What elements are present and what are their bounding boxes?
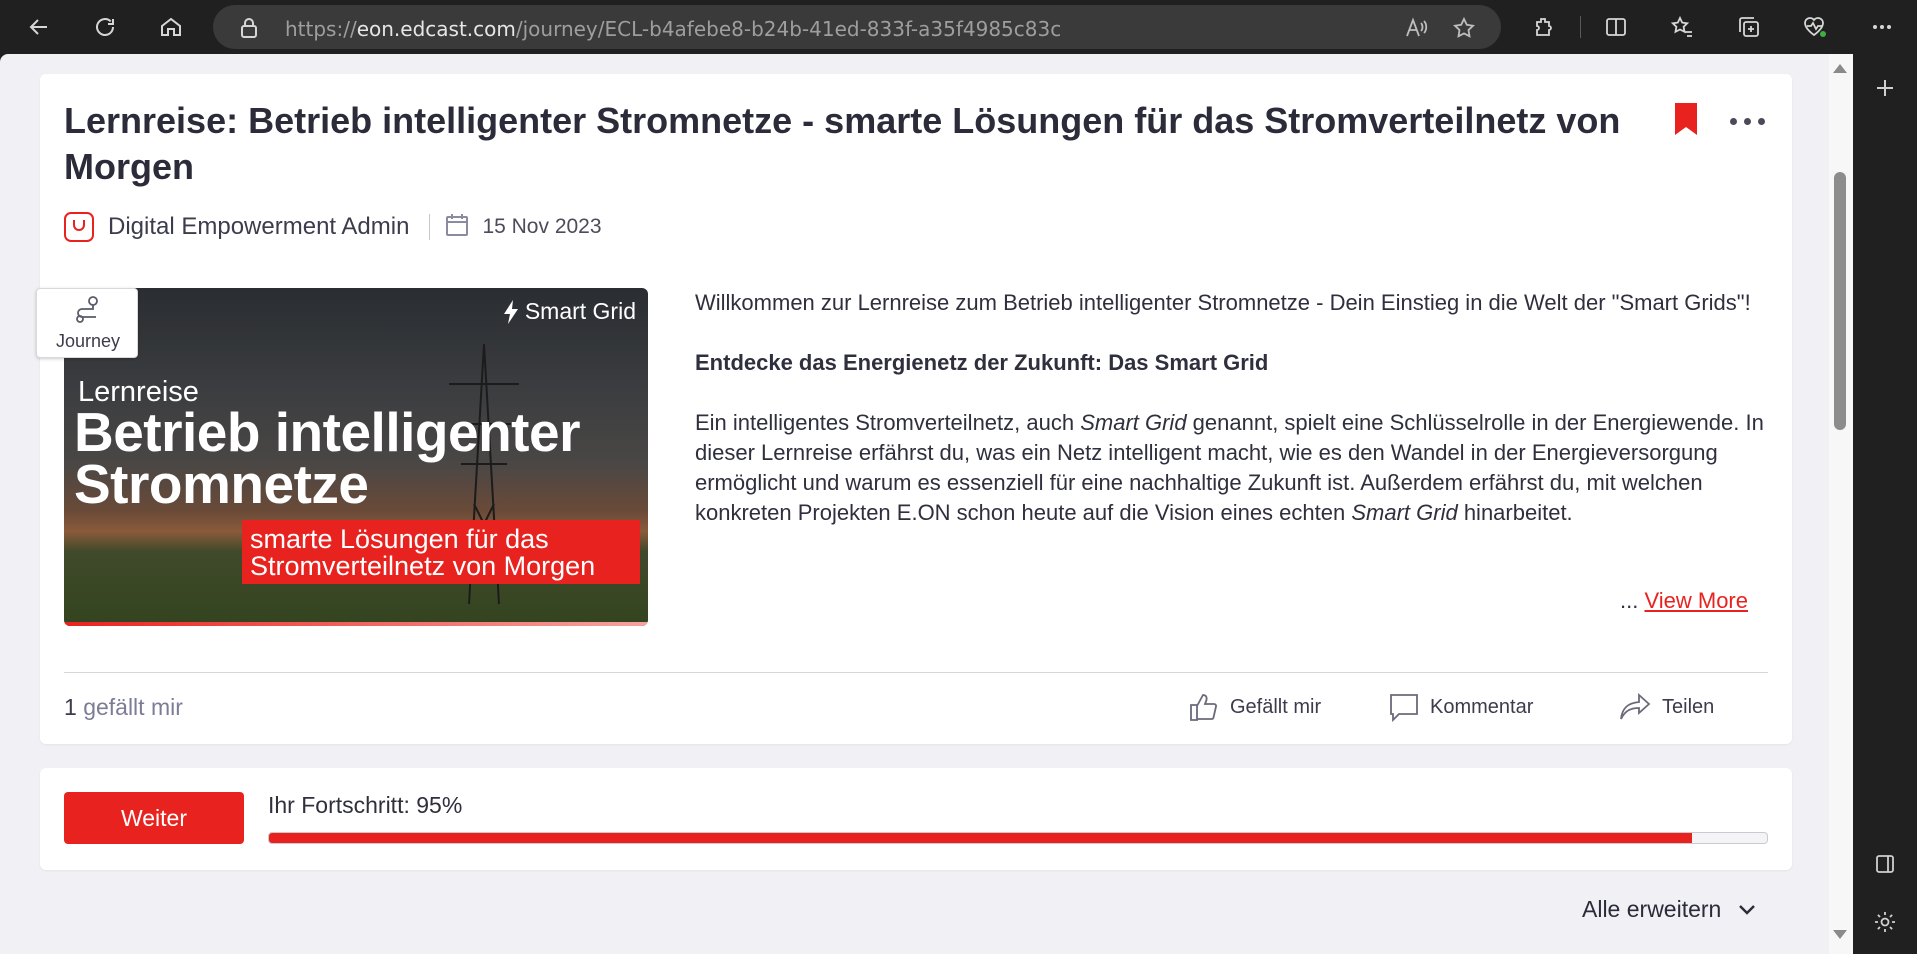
- calendar-icon: [444, 212, 470, 242]
- share-button[interactable]: Teilen: [1618, 688, 1714, 726]
- journey-badge-label: Journey: [55, 331, 121, 351]
- author-avatar-icon: [64, 212, 94, 242]
- sidebar-settings-gear-icon[interactable]: [1865, 902, 1905, 942]
- hero-red-banner: smarte Lösungen für das Stromverteilnetz…: [242, 520, 640, 584]
- home-icon[interactable]: [151, 7, 191, 47]
- hero-headline: Betrieb intelligenter Stromnetze: [74, 401, 644, 515]
- like-count[interactable]: 1 gefällt mir: [64, 694, 183, 721]
- publish-date: 15 Nov 2023: [482, 215, 602, 238]
- more-options-icon[interactable]: [1730, 118, 1765, 125]
- description-intro: Willkommen zur Lernreise zum Betrieb int…: [695, 290, 1751, 315]
- split-screen-icon[interactable]: [1597, 8, 1635, 46]
- progress-bar: [268, 832, 1768, 844]
- progress-bar-fill: [269, 833, 1693, 843]
- view-more-link[interactable]: View More: [1644, 588, 1748, 613]
- hide-sidebar-icon[interactable]: [1865, 844, 1905, 884]
- hero-accent-bar: [64, 622, 648, 626]
- extensions-icon[interactable]: [1525, 8, 1563, 46]
- page-viewport: Lernreise: Betrieb intelligenter Stromne…: [0, 54, 1853, 954]
- chevron-down-icon: [1739, 904, 1756, 915]
- favorites-icon[interactable]: [1663, 8, 1701, 46]
- favorite-star-icon[interactable]: [1449, 13, 1479, 43]
- scroll-up-arrow-icon[interactable]: [1833, 64, 1847, 73]
- author-row: Digital Empowerment Admin 15 Nov 2023: [64, 210, 602, 244]
- scroll-down-arrow-icon[interactable]: [1833, 930, 1847, 939]
- continue-button[interactable]: Weiter: [64, 792, 244, 844]
- progress-card: Weiter Ihr Fortschritt: 95%: [40, 768, 1792, 870]
- comment-button[interactable]: Kommentar: [1388, 688, 1533, 726]
- like-button-label: Gefällt mir: [1230, 695, 1322, 718]
- description-body: Ein intelligentes Stromverteilnetz, auch…: [695, 410, 1764, 525]
- read-aloud-icon[interactable]: [1401, 13, 1431, 43]
- comment-icon: [1390, 694, 1418, 723]
- browser-essentials-icon[interactable]: [1796, 8, 1834, 46]
- hero-headline-line-1: Betrieb intelligenter: [74, 401, 580, 463]
- browser-sidebar: [1853, 54, 1917, 954]
- lock-icon[interactable]: [239, 17, 259, 43]
- share-arrow-icon: [1620, 692, 1651, 720]
- back-icon[interactable]: [19, 7, 59, 47]
- share-button-label: Teilen: [1662, 695, 1715, 718]
- add-sidebar-app-icon[interactable]: [1865, 68, 1905, 108]
- description-heading: Entdecke das Energienetz der Zukunft: Da…: [695, 350, 1269, 375]
- toolbar-separator: [1580, 16, 1581, 38]
- journey-cover-image[interactable]: Smart Grid Lernreise Betrieb intelligent…: [64, 288, 648, 626]
- ellipsis: ...: [1620, 588, 1639, 613]
- hero-red-line-1: smarte Lösungen für das: [250, 524, 549, 554]
- progress-label: Ihr Fortschritt: 95%: [268, 792, 463, 818]
- card-divider: [64, 672, 1768, 673]
- journey-path-icon: [76, 296, 98, 323]
- author-name[interactable]: Digital Empowerment Admin: [108, 213, 409, 241]
- browser-toolbar: https://eon.edcast.com/journey/ECL-b4afe…: [0, 0, 1917, 54]
- journey-description: Willkommen zur Lernreise zum Betrieb int…: [695, 288, 1775, 528]
- settings-more-icon[interactable]: [1863, 8, 1901, 46]
- journey-card: Lernreise: Betrieb intelligenter Stromne…: [36, 74, 1792, 744]
- smart-grid-label: Smart Grid: [524, 298, 636, 324]
- hero-headline-line-2: Stromnetze: [74, 453, 369, 515]
- expand-all-label: Alle erweitern: [1582, 896, 1722, 922]
- like-count-number: 1: [64, 694, 77, 720]
- url-text[interactable]: https://eon.edcast.com/journey/ECL-b4afe…: [285, 17, 1061, 41]
- view-more-row: ... View More: [1620, 588, 1748, 614]
- refresh-icon[interactable]: [85, 7, 125, 47]
- expand-all-button[interactable]: Alle erweitern: [1582, 896, 1757, 923]
- scrollbar-thumb[interactable]: [1834, 172, 1846, 430]
- hero-red-line-2: Stromverteilnetz von Morgen: [250, 551, 596, 581]
- author-date-divider: [429, 214, 431, 240]
- journey-badge: Journey: [36, 288, 138, 358]
- bookmark-icon[interactable]: [1674, 102, 1698, 136]
- like-count-label: gefällt mir: [83, 694, 183, 720]
- smart-grid-tag: Smart Grid: [503, 298, 636, 325]
- collections-icon[interactable]: [1730, 8, 1768, 46]
- lightning-icon: [503, 299, 518, 324]
- like-button[interactable]: Gefällt mir: [1188, 688, 1321, 726]
- comment-button-label: Kommentar: [1430, 695, 1534, 718]
- address-bar[interactable]: https://eon.edcast.com/journey/ECL-b4afe…: [213, 5, 1501, 49]
- page-title: Lernreise: Betrieb intelligenter Stromne…: [64, 100, 1621, 187]
- thumbs-up-icon: [1190, 694, 1217, 721]
